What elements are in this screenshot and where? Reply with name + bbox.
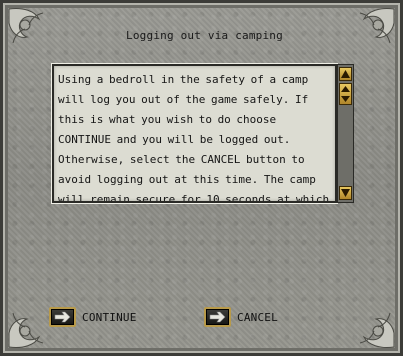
corner-ornament-icon (359, 8, 395, 44)
scroll-thumb[interactable] (339, 83, 352, 105)
scroll-down-button[interactable] (339, 186, 352, 200)
cancel-button-label[interactable]: CANCEL (237, 311, 278, 324)
dialog-title: Logging out via camping (126, 29, 283, 42)
hand-pointer-icon[interactable] (49, 307, 76, 327)
message-box: Using a bedroll in the safety of a camp … (52, 64, 337, 203)
message-text: Using a bedroll in the safety of a camp … (58, 73, 330, 203)
corner-ornament-icon (359, 312, 395, 348)
continue-button-label[interactable]: CONTINUE (82, 311, 137, 324)
scroll-up-button[interactable] (339, 67, 352, 81)
hand-pointer-icon[interactable] (204, 307, 231, 327)
scroll-thumb-icon (341, 86, 350, 102)
corner-ornament-icon (8, 8, 44, 44)
continue-button[interactable]: CONTINUE (49, 307, 137, 327)
cancel-button[interactable]: CANCEL (204, 307, 278, 327)
message-scrollbar[interactable] (337, 64, 354, 203)
scroll-down-arrow-icon (341, 189, 350, 197)
corner-ornament-icon (8, 312, 44, 348)
scroll-up-arrow-icon (341, 70, 350, 78)
logout-dialog: Logging out via camping Using a bedroll … (0, 0, 403, 356)
